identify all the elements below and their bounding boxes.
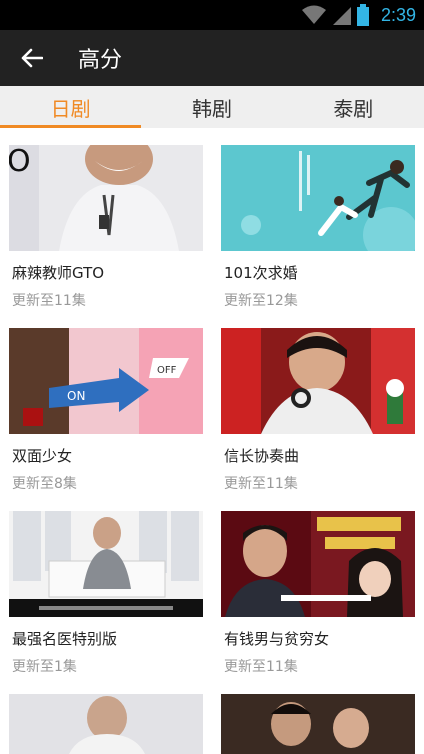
battery-icon — [356, 4, 369, 26]
drama-poster — [9, 694, 203, 754]
app-bar: 高分 — [0, 30, 424, 86]
back-button[interactable] — [0, 30, 64, 86]
drama-title: 麻辣教师GTO — [12, 264, 105, 282]
signal-icon — [332, 7, 351, 25]
drama-poster — [221, 694, 415, 754]
drama-episode-status: 更新至11集 — [224, 659, 298, 675]
drama-poster: ON OFF — [9, 328, 203, 434]
status-time: 2:39 — [380, 4, 416, 25]
drama-episode-status: 更新至12集 — [224, 293, 298, 309]
drama-episode-status: 更新至11集 — [12, 293, 86, 309]
back-arrow-icon — [21, 48, 43, 68]
wifi-icon — [301, 5, 326, 24]
drama-card[interactable]: O 麻辣教师GTO 更新至11集 — [9, 145, 203, 328]
drama-title: 信长协奏曲 — [224, 447, 300, 465]
category-tabs: 日剧 韩剧 泰剧 — [0, 86, 424, 128]
tab-thai-drama[interactable]: 泰剧 — [283, 86, 424, 128]
tab-korean-drama[interactable]: 韩剧 — [141, 86, 282, 128]
drama-card[interactable]: 有钱男与贫穷女 更新至11集 — [221, 511, 415, 694]
svg-text:O: O — [9, 145, 31, 179]
svg-text:OFF: OFF — [157, 365, 177, 376]
drama-card[interactable]: 101次求婚 更新至12集 — [221, 145, 415, 328]
drama-card[interactable]: ON OFF 双面少女 更新至8集 — [9, 328, 203, 511]
tab-japanese-drama[interactable]: 日剧 — [0, 86, 142, 128]
page-title: 高分 — [78, 48, 123, 73]
drama-card-partial[interactable] — [221, 694, 415, 754]
drama-title: 101次求婚 — [224, 264, 298, 282]
drama-episode-status: 更新至1集 — [12, 659, 77, 675]
drama-card[interactable]: 信长协奏曲 更新至11集 — [221, 328, 415, 511]
drama-card-partial[interactable] — [9, 694, 203, 754]
drama-title: 有钱男与贫穷女 — [224, 630, 330, 648]
svg-text:ON: ON — [67, 389, 85, 403]
drama-poster — [9, 511, 203, 617]
drama-card[interactable]: 最强名医特别版 更新至1集 — [9, 511, 203, 694]
drama-grid: O 麻辣教师GTO 更新至11集 101次求婚 更新至12集 ON OFF 双面… — [0, 128, 424, 754]
status-bar: 2:39 — [0, 0, 424, 30]
drama-title: 双面少女 — [12, 447, 73, 465]
drama-poster — [221, 145, 415, 251]
drama-poster — [221, 511, 415, 617]
drama-episode-status: 更新至8集 — [12, 476, 77, 492]
drama-poster: O — [9, 145, 203, 251]
drama-episode-status: 更新至11集 — [224, 476, 298, 492]
drama-poster — [221, 328, 415, 434]
drama-title: 最强名医特别版 — [12, 630, 118, 648]
